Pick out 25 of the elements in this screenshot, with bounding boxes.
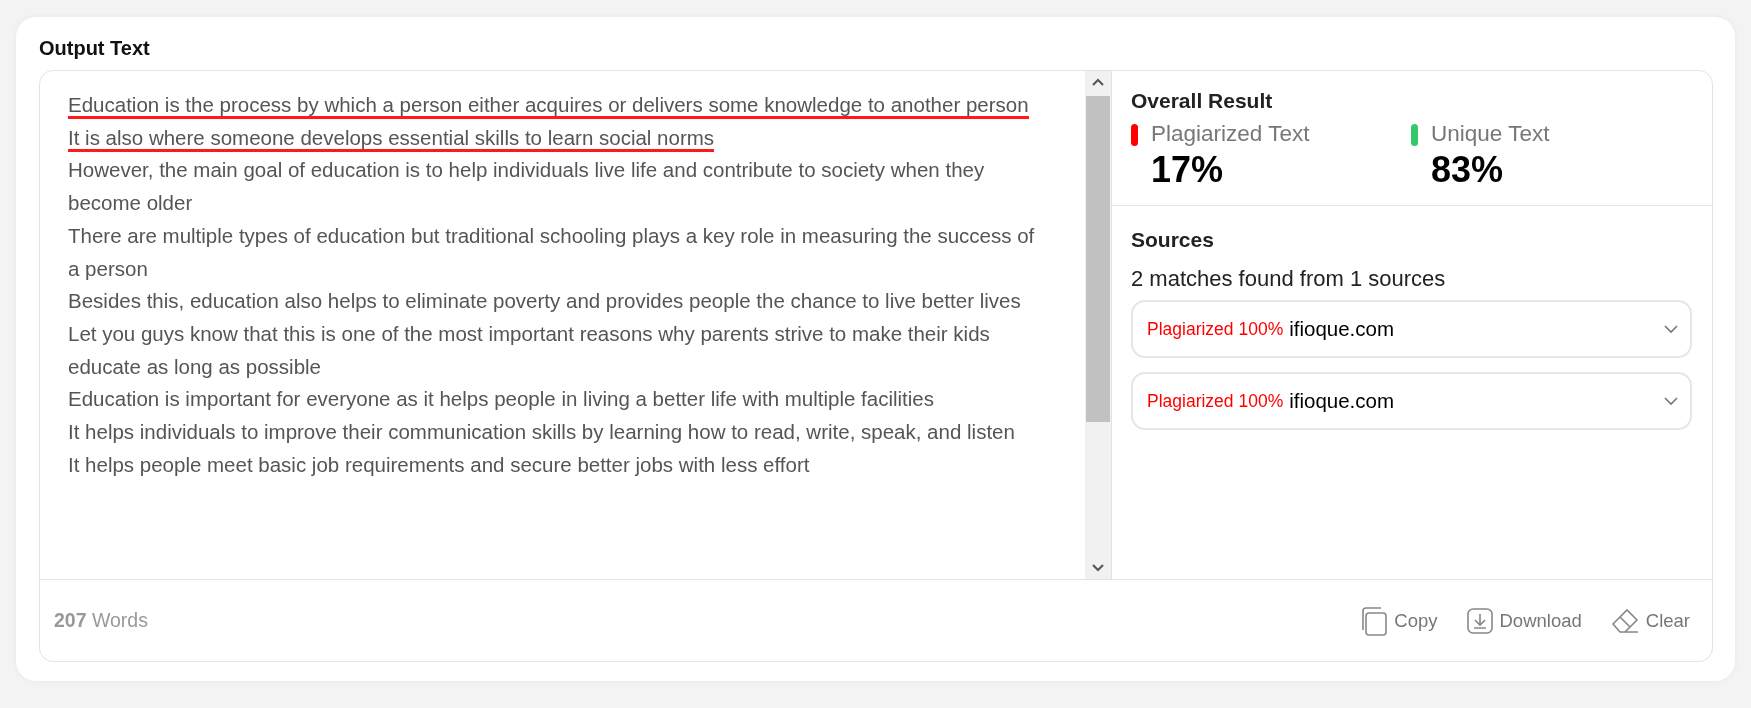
- sentence: It helps people meet basic job requirements and secure better jobs with less effort: [68, 452, 810, 476]
- sentence: There are multiple types of education but traditional schooling plays a key role in measuring the success of a person: [68, 223, 1035, 280]
- source-item[interactable]: Plagiarized 100% ifioque.com: [1131, 372, 1692, 430]
- sentence: Let you guys know that this is one of the most important reasons why parents strive to make their kids educate as long as possible: [68, 321, 990, 378]
- source-item[interactable]: Plagiarized 100% ifioque.com: [1131, 300, 1692, 358]
- word-count: 207 Words: [54, 609, 149, 632]
- sentence: It helps individuals to improve their communication skills by learning how to read, write, speak, and listen: [68, 420, 1015, 444]
- download-icon: [1465, 606, 1494, 635]
- stat-value: 17%: [1151, 149, 1225, 191]
- stat-label: Plagiarized Text: [1151, 121, 1311, 147]
- sources-heading: Sources: [1131, 228, 1215, 252]
- section-title: Output Text: [39, 37, 151, 60]
- scrollbar-drawing[interactable]: [1085, 71, 1112, 579]
- copy-icon: [1360, 605, 1389, 636]
- copy-button[interactable]: Copy: [1360, 605, 1438, 636]
- download-button[interactable]: Download: [1465, 605, 1582, 636]
- clear-button[interactable]: Clear: [1609, 605, 1690, 636]
- sentence: Besides this, education also helps to eliminate poverty and provides people the chance to live better lives: [68, 289, 1021, 313]
- sentence: However, the main goal of education is to help individuals live life and contribute to society when they become older: [68, 158, 985, 215]
- matches-summary: 2 matches found from 1 sources: [1131, 266, 1447, 292]
- stat-label: Unique Text: [1431, 121, 1551, 147]
- sentence: Education is important for everyone as it helps people in living a better life with multiple facilities: [68, 387, 934, 411]
- eraser-icon: [1609, 606, 1640, 635]
- overall-result-heading: Overall Result: [1131, 89, 1274, 113]
- stat-value: 83%: [1431, 149, 1505, 191]
